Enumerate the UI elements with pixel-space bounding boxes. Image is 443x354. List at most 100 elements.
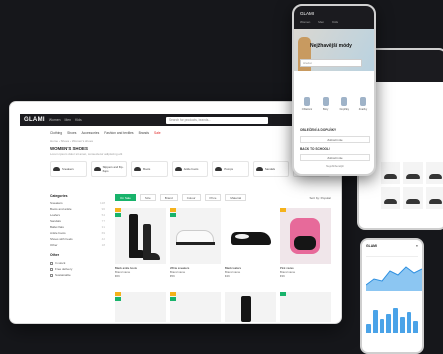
filter-material[interactable]: Material — [225, 194, 247, 201]
category-menu: Clothing Shoes Accessories Fashion and t… — [50, 131, 161, 135]
menu-brands[interactable]: Brands — [139, 131, 149, 135]
product-card[interactable] — [425, 162, 443, 184]
bar-chart — [366, 307, 418, 333]
product-card[interactable] — [381, 187, 401, 209]
bar — [393, 308, 398, 333]
product-grid: Black ankle boots Brand name €69 White sne… — [115, 208, 331, 322]
filter-checkbox[interactable]: Sustainable — [50, 272, 105, 278]
menu-clothing[interactable]: Clothing — [50, 131, 62, 135]
shoe-icon — [215, 167, 223, 171]
subcategory-strip: Sneakers Slippers and flip-flops Boots A… — [50, 161, 331, 177]
product-card[interactable] — [425, 187, 443, 209]
category-icon-shoes[interactable]: Boty — [319, 97, 333, 111]
analytics-header: GLAMI ≡ — [362, 240, 422, 252]
section-heading: BACK TO SCHOOL! — [300, 147, 331, 151]
subcategory-chip[interactable]: Sneakers — [50, 161, 87, 177]
nav-women[interactable]: Women — [49, 118, 61, 122]
menu-fashion[interactable]: Fashion and textiles — [104, 131, 133, 135]
subcategory-chip[interactable]: Boots — [131, 161, 168, 177]
product-image[interactable] — [170, 208, 221, 264]
product-card[interactable] — [170, 292, 221, 322]
product-card[interactable]: Black loafers Brand name €49 — [225, 208, 276, 288]
filter-colour[interactable]: Colour — [181, 194, 201, 201]
phone-screen: GLAMI Women Men Kids Nejžhavější módy Hl… — [292, 4, 376, 176]
shoe-icon — [255, 167, 263, 171]
breadcrumb[interactable]: Home › Shoes › Women's shoes — [50, 139, 93, 143]
subcategory-chip[interactable]: Sandals — [252, 161, 290, 177]
sidebar-title: Categories — [50, 194, 68, 198]
product-card[interactable] — [280, 292, 331, 322]
show-all-button[interactable]: Zobrazit vše — [300, 136, 370, 143]
sidebar-item[interactable]: Other 18 — [50, 243, 105, 249]
area-chart — [365, 261, 422, 291]
product-card[interactable]: Pink mules Brand name €39 — [280, 208, 331, 288]
menu-shoes[interactable]: Shoes — [67, 131, 76, 135]
product-price: €69 — [115, 274, 120, 278]
product-card[interactable] — [115, 292, 166, 322]
product-card[interactable]: White sneakers Brand name €59 — [170, 208, 221, 288]
section-heading: OBLEČENÍ & DOPLŇKY — [300, 128, 337, 132]
app-title: GLAMI — [366, 244, 377, 248]
tab-women[interactable]: Women — [300, 20, 310, 24]
product-price: €49 — [225, 274, 230, 278]
menu-accessories[interactable]: Accessories — [81, 131, 99, 135]
category-icon-accessories[interactable]: Doplňky — [337, 97, 351, 111]
product-price: €39 — [280, 274, 285, 278]
sidebar-title: Other — [50, 253, 60, 257]
subcategory-chip[interactable]: Pumps — [212, 161, 249, 177]
discount-badge — [280, 208, 286, 212]
sort-dropdown[interactable]: Sort by: Popular — [309, 196, 331, 200]
section-footer: Nejoblíbenější — [326, 164, 344, 168]
product-card[interactable] — [381, 162, 401, 184]
category-icon-clothing[interactable]: Oblečení — [300, 97, 314, 111]
subcategory-label: Sandals — [264, 167, 275, 171]
search-input[interactable]: Hledat — [300, 59, 362, 67]
shoe-icon — [174, 167, 182, 171]
glami-logo[interactable]: GLAMI — [300, 11, 314, 16]
discount-badge — [115, 208, 121, 212]
product-image[interactable] — [280, 208, 331, 264]
shoe-icon — [134, 167, 142, 171]
page-title: WOMEN'S SHOES — [50, 146, 88, 151]
product-card[interactable] — [225, 292, 276, 322]
tablet-product-grid — [381, 162, 443, 209]
bar — [366, 323, 371, 333]
page-subtitle: Lorem ipsum dolor sit amet, consectetur … — [50, 152, 123, 156]
product-card[interactable]: Black ankle boots Brand name €69 — [115, 208, 166, 288]
category-icons: Oblečení Boty Doplňky Značky — [300, 97, 370, 111]
subcategory-label: Ankle boots — [183, 167, 199, 171]
nav-kids[interactable]: Kids — [75, 118, 82, 122]
menu-sale[interactable]: Sale — [154, 131, 161, 135]
product-card[interactable] — [403, 187, 423, 209]
discount-badge — [170, 208, 176, 212]
subcategory-label: Boots — [143, 167, 151, 171]
nav-men[interactable]: Men — [64, 118, 71, 122]
filter-size[interactable]: Size — [139, 194, 156, 201]
filter-sidebar: Categories Sneakers 128 Boots and ankle 96… — [50, 194, 105, 278]
search-input[interactable]: Search for products, brands... — [166, 116, 268, 124]
filter-brand[interactable]: Brand — [159, 194, 178, 201]
product-card[interactable] — [403, 162, 423, 184]
show-all-button[interactable]: Zobrazit vše — [300, 154, 370, 161]
product-image[interactable] — [115, 208, 166, 264]
bar — [413, 321, 418, 333]
bar — [372, 309, 378, 333]
subcategory-label: Pumps — [224, 167, 234, 171]
shoe-icon — [93, 167, 101, 171]
phone-header: GLAMI Women Men Kids — [294, 6, 374, 29]
filter-sale[interactable]: On Sale — [115, 194, 136, 201]
filter-price[interactable]: Price — [204, 194, 222, 201]
subcategory-chip[interactable]: Slippers and flip-flops — [90, 161, 128, 177]
new-badge — [170, 213, 176, 217]
category-icon-brands[interactable]: Značky — [356, 97, 370, 111]
glami-logo[interactable]: GLAMI — [24, 117, 45, 123]
subcategory-label: Sneakers — [62, 167, 74, 171]
bar — [399, 317, 405, 333]
tab-men[interactable]: Men — [318, 20, 324, 24]
subcategory-chip[interactable]: Ankle boots — [171, 161, 209, 177]
new-badge — [115, 213, 121, 217]
product-image[interactable] — [225, 208, 276, 264]
tab-kids[interactable]: Kids — [332, 20, 338, 24]
subcategory-label: Slippers and flip-flops — [102, 165, 124, 173]
menu-icon[interactable]: ≡ — [416, 244, 418, 252]
